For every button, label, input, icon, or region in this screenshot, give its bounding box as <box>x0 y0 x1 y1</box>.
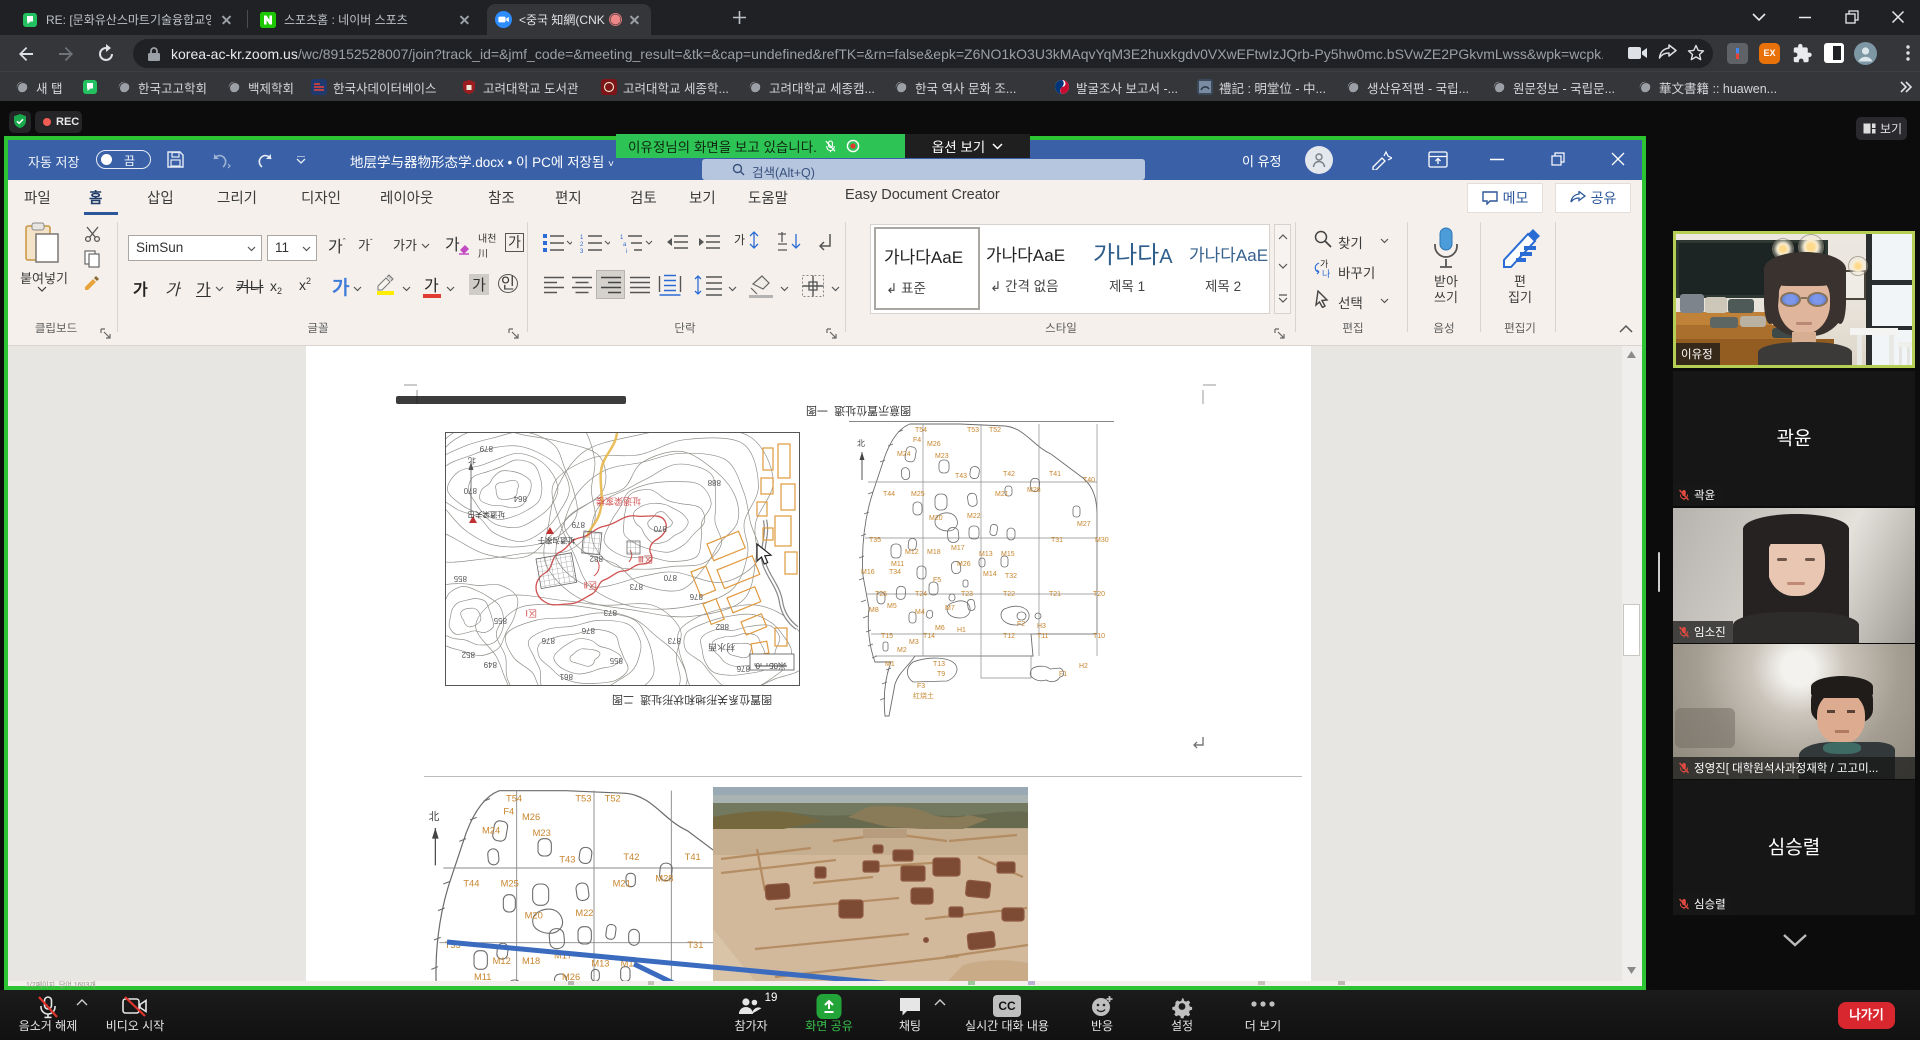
svg-text:i: i <box>626 249 627 254</box>
svg-text:3: 3 <box>580 249 584 254</box>
svg-text:가: 가 <box>1320 259 1328 269</box>
svg-text:a: a <box>623 242 627 248</box>
svg-text:가: 가 <box>734 233 745 247</box>
svg-text:1: 1 <box>580 235 584 241</box>
svg-text:1: 1 <box>620 235 624 241</box>
svg-text:나: 나 <box>1322 269 1330 278</box>
svg-text:2: 2 <box>580 242 584 248</box>
